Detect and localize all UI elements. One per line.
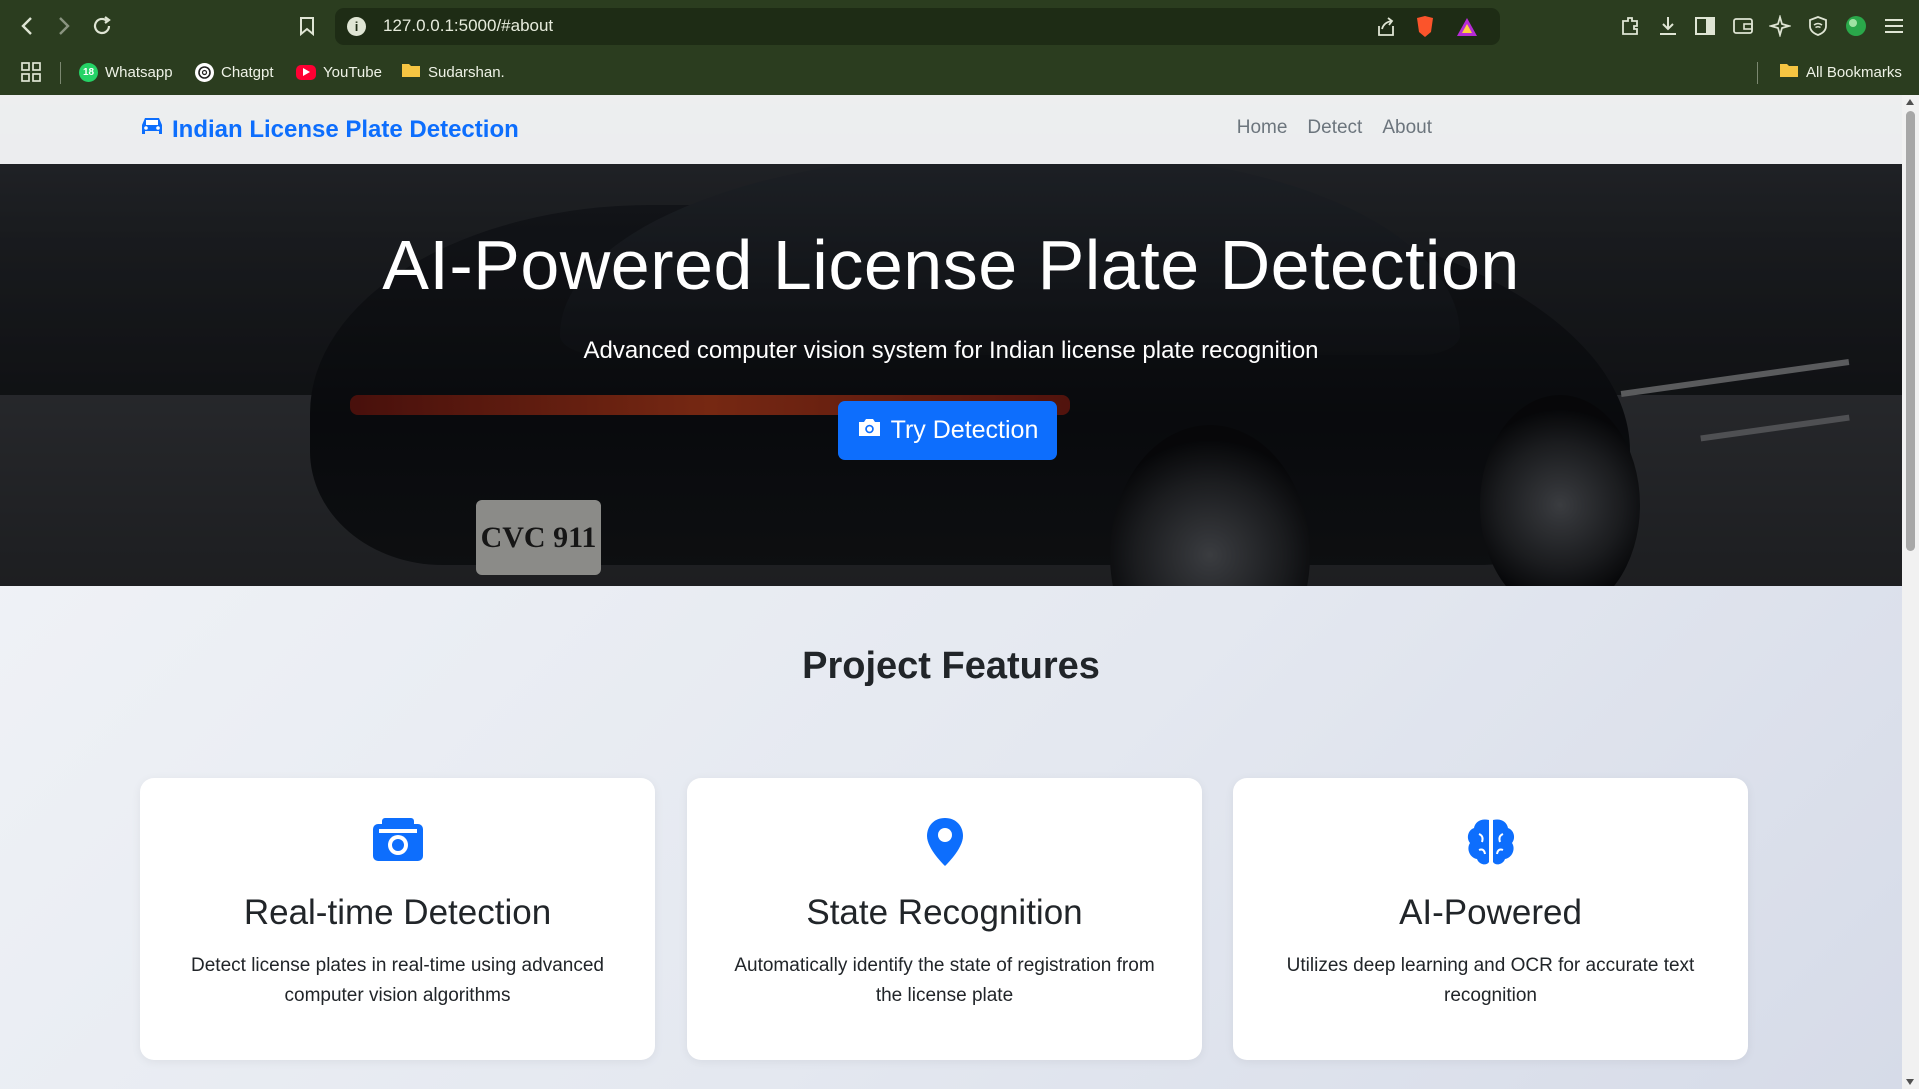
bookmark-chatgpt[interactable]: Chatgpt: [195, 60, 274, 84]
site-brand[interactable]: Indian License Plate Detection: [139, 115, 519, 144]
feature-card-state: State Recognition Automatically identify…: [687, 778, 1202, 1060]
site-info-icon[interactable]: i: [347, 17, 366, 36]
bookmark-folder-sudarshan[interactable]: Sudarshan.: [401, 60, 505, 84]
page-scrollbar[interactable]: [1902, 95, 1919, 1089]
share-icon[interactable]: [1375, 15, 1397, 39]
chatgpt-icon: [195, 62, 214, 82]
bookmark-whatsapp[interactable]: 18 Whatsapp: [79, 60, 173, 84]
browser-toolbar: i 127.0.0.1:5000/#about: [0, 0, 1919, 52]
all-bookmarks-label: All Bookmarks: [1806, 63, 1902, 81]
bookmark-label: Sudarshan.: [428, 63, 505, 81]
scroll-down-icon[interactable]: [1906, 1079, 1914, 1085]
bookmark-label: Whatsapp: [105, 63, 173, 81]
vpn-shield-icon[interactable]: [1804, 12, 1832, 40]
sidebar-icon[interactable]: [1691, 12, 1719, 40]
whatsapp-icon: 18: [79, 62, 98, 82]
site-navbar: Indian License Plate Detection Home Dete…: [0, 95, 1902, 164]
map-pin-icon: [687, 816, 1202, 872]
feature-card-title: Real-time Detection: [243, 893, 552, 932]
leo-ai-icon[interactable]: [1766, 12, 1794, 40]
brain-icon: [1233, 816, 1748, 872]
nav-link-home[interactable]: Home: [1237, 117, 1288, 139]
bookmark-label: Chatgpt: [221, 63, 274, 81]
hero-subtitle: Advanced computer vision system for Indi…: [583, 337, 1319, 364]
brave-rewards-icon[interactable]: [1455, 15, 1479, 39]
brave-shield-icon[interactable]: [1414, 15, 1436, 39]
folder-icon: [401, 62, 421, 82]
feature-card-ai: AI-Powered Utilizes deep learning and OC…: [1233, 778, 1748, 1060]
bookmarks-divider: [60, 62, 61, 84]
hero-section: CVC 911 AI-Powered License Plate Detecti…: [0, 95, 1902, 586]
site-nav-links: Home Detect About: [1237, 117, 1432, 139]
browser-chrome: i 127.0.0.1:5000/#about 18 Whatsapp Chat…: [0, 0, 1919, 95]
feature-card-text: Detect license plates in real-time using…: [191, 955, 604, 1006]
url-text[interactable]: 127.0.0.1:5000/#about: [383, 16, 553, 36]
wallet-icon[interactable]: [1729, 12, 1757, 40]
page-viewport: CVC 911 AI-Powered License Plate Detecti…: [0, 95, 1902, 1089]
forward-icon[interactable]: [50, 12, 78, 40]
bookmarks-divider: [1757, 62, 1758, 84]
nav-link-detect[interactable]: Detect: [1307, 117, 1362, 139]
address-bar[interactable]: i 127.0.0.1:5000/#about: [335, 8, 1500, 45]
brand-text: Indian License Plate Detection: [172, 115, 519, 143]
camera-icon: [857, 416, 882, 445]
reload-icon[interactable]: [88, 12, 116, 40]
extensions-icon[interactable]: [1616, 12, 1644, 40]
hero-title: AI-Powered License Plate Detection: [382, 226, 1520, 304]
features-title: Project Features: [802, 645, 1100, 687]
nav-link-about[interactable]: About: [1382, 117, 1432, 139]
feature-card-title: AI-Powered: [1399, 893, 1582, 932]
feature-card-realtime: Real-time Detection Detect license plate…: [140, 778, 655, 1060]
bookmark-label: YouTube: [323, 63, 382, 81]
scroll-up-icon[interactable]: [1906, 99, 1914, 105]
car-icon: [139, 115, 165, 144]
camera-icon: [140, 816, 655, 872]
profile-avatar-icon[interactable]: [1842, 12, 1870, 40]
scrollbar-thumb[interactable]: [1906, 111, 1915, 551]
folder-icon: [1779, 62, 1799, 82]
menu-icon[interactable]: [1880, 12, 1908, 40]
try-detection-button[interactable]: Try Detection: [838, 401, 1057, 460]
download-icon[interactable]: [1654, 12, 1682, 40]
bookmark-youtube[interactable]: YouTube: [296, 60, 382, 84]
all-bookmarks[interactable]: All Bookmarks: [1779, 60, 1902, 84]
bookmarks-bar: 18 Whatsapp Chatgpt YouTube Sudarshan. A…: [0, 52, 1919, 95]
feature-card-title: State Recognition: [806, 893, 1083, 932]
youtube-icon: [296, 64, 316, 80]
feature-card-text: Automatically identify the state of regi…: [734, 955, 1155, 1006]
back-icon[interactable]: [13, 12, 41, 40]
bookmark-page-icon[interactable]: [294, 12, 320, 40]
try-detection-label: Try Detection: [890, 416, 1039, 444]
feature-card-text: Utilizes deep learning and OCR for accur…: [1286, 955, 1695, 1006]
apps-grid-icon[interactable]: [20, 60, 42, 84]
